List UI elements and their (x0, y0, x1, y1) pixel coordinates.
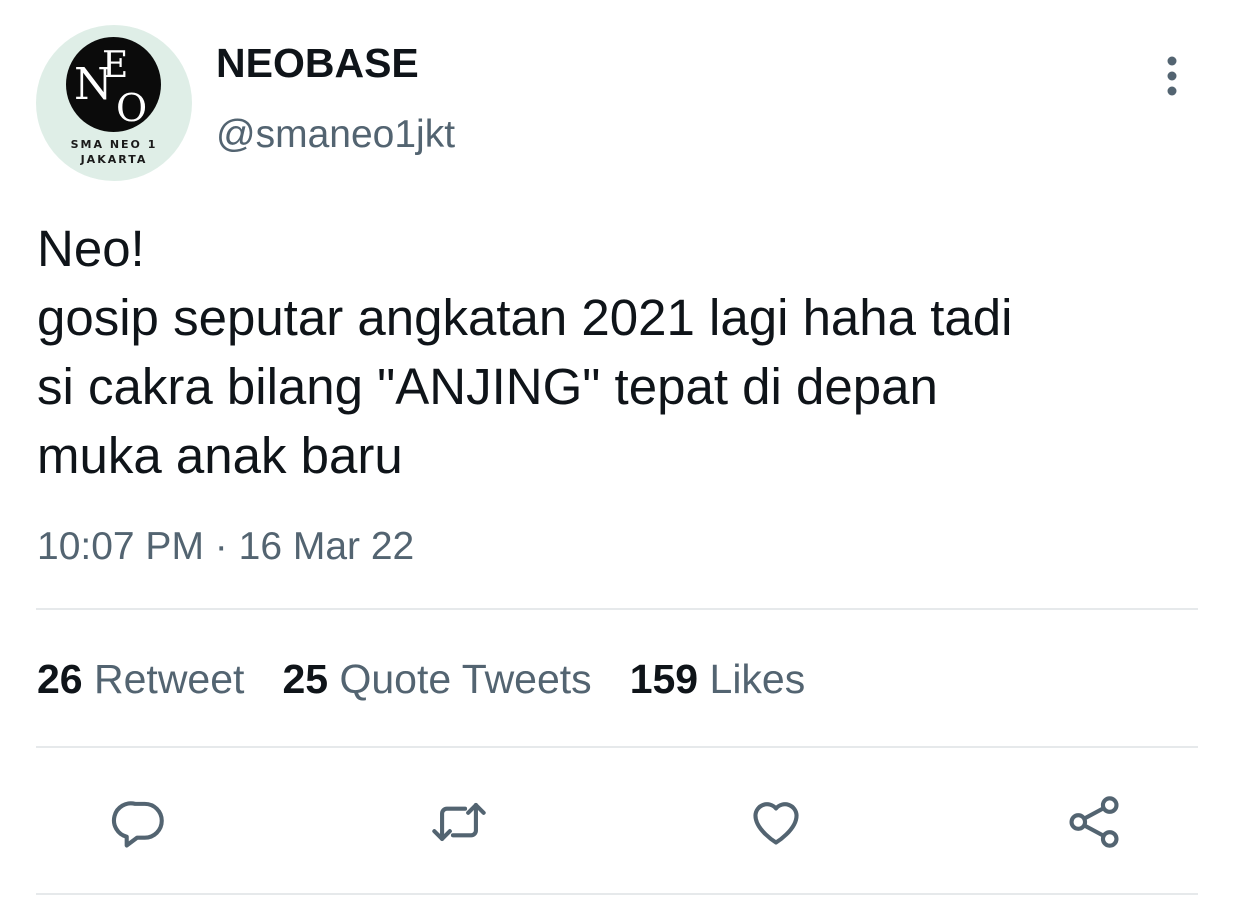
tweet-date: 16 Mar 22 (238, 525, 415, 568)
avatar-caption: SMA NEO 1 JAKARTA (70, 138, 158, 166)
retweet-button[interactable] (427, 790, 491, 854)
reply-button[interactable] (108, 790, 172, 854)
svg-text:E: E (102, 45, 128, 86)
divider (36, 746, 1198, 748)
tweet-time: 10:07 PM (37, 525, 204, 568)
retweet-icon (432, 803, 486, 841)
tweet-text-line: si cakra bilang "ANJING" tepat di depan (37, 358, 938, 415)
retweets-count: 26 (37, 656, 83, 702)
user-handle[interactable]: @smaneo1jkt (216, 113, 455, 157)
likes-count: 159 (629, 656, 699, 702)
like-button[interactable] (744, 790, 808, 854)
tweet-text-line: muka anak baru (37, 427, 403, 484)
retweets-label: Retweet (94, 656, 245, 702)
engagement-stats: 26 Retweet 25 Quote Tweets 159 Likes (37, 656, 805, 703)
likes-stat[interactable]: 159 Likes (630, 656, 806, 703)
heart-icon (753, 802, 799, 845)
avatar[interactable]: N E O SMA NEO 1 JAKARTA (36, 25, 192, 181)
share-button[interactable] (1062, 790, 1126, 854)
tweet-text: Neo! gosip seputar angkatan 2021 lagi ha… (37, 214, 1207, 490)
tweet-text-line: Neo! (37, 220, 145, 277)
display-name[interactable]: NEOBASE (216, 40, 419, 87)
quote-tweets-label: Quote Tweets (339, 656, 592, 702)
more-vertical-icon (1167, 56, 1177, 96)
quote-tweets-stat[interactable]: 25 Quote Tweets (282, 656, 591, 703)
divider (36, 608, 1198, 610)
quote-tweets-count: 25 (282, 656, 329, 702)
divider (36, 893, 1198, 895)
school-logo: N E O (66, 37, 161, 132)
svg-text:O: O (116, 86, 147, 130)
retweets-stat[interactable]: 26 Retweet (37, 656, 244, 703)
likes-label: Likes (709, 656, 806, 702)
tweet-timestamp[interactable]: 10:07 PM · 16 Mar 22 (37, 525, 414, 569)
tweet-text-line: gosip seputar angkatan 2021 lagi haha ta… (37, 289, 1013, 346)
share-icon (1069, 796, 1119, 848)
tweet-detail: N E O SMA NEO 1 JAKARTA NEOBASE @smaneo1… (0, 0, 1235, 912)
reply-icon (111, 801, 164, 848)
meta-separator: · (214, 525, 228, 568)
more-options-button[interactable] (1152, 55, 1192, 97)
